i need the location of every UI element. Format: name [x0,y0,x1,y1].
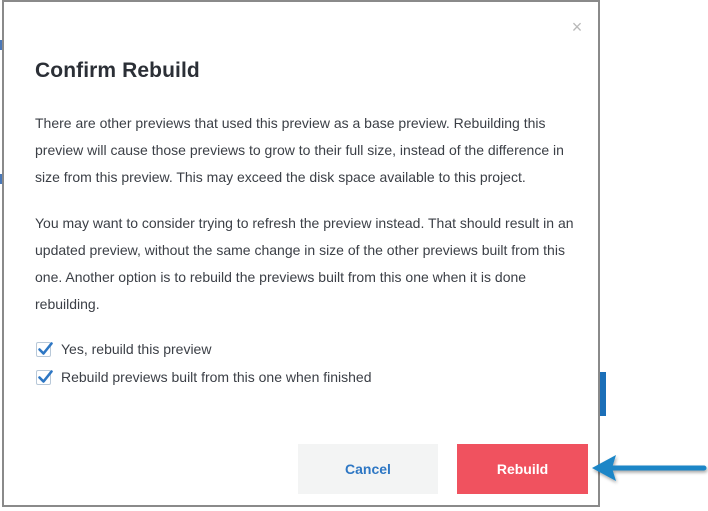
checkbox-rebuild-dependent-previews[interactable] [36,369,53,385]
option-rebuild-this-preview[interactable]: Yes, rebuild this preview [36,339,211,359]
checkbox-rebuild-this-preview[interactable] [36,341,53,357]
checkmark-icon [38,369,53,383]
background-button-edge [600,372,606,416]
screen: × Confirm Rebuild There are other previe… [0,0,708,511]
checkmark-icon [38,341,53,355]
option-label: Rebuild previews built from this one whe… [61,369,372,385]
option-rebuild-dependent-previews[interactable]: Rebuild previews built from this one whe… [36,367,372,387]
warning-paragraph: There are other previews that used this … [35,115,564,185]
cancel-button[interactable]: Cancel [298,444,438,494]
suggestion-paragraph: You may want to consider trying to refre… [35,215,574,312]
option-label: Yes, rebuild this preview [61,341,212,357]
confirm-rebuild-dialog: × Confirm Rebuild There are other previe… [2,0,600,507]
arrow-left-icon [592,455,707,481]
close-icon[interactable]: × [570,18,584,36]
dialog-title: Confirm Rebuild [35,59,200,82]
rebuild-button[interactable]: Rebuild [457,444,588,494]
